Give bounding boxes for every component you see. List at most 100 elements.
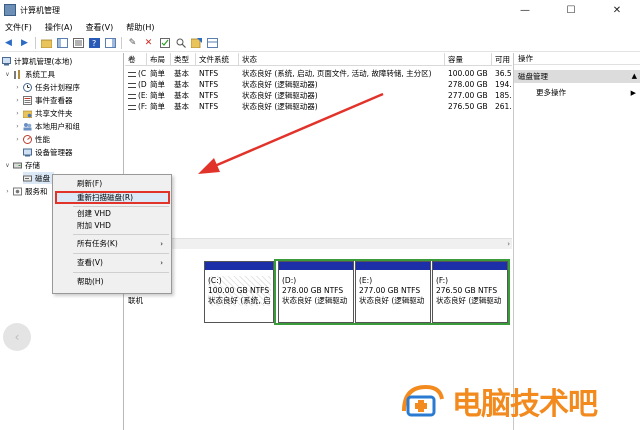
tree-item-local-users[interactable]: › 本地用户和组 xyxy=(14,120,80,132)
menu-item-help[interactable]: 帮助(H) xyxy=(53,276,171,288)
menu-help[interactable]: 帮助(H) xyxy=(126,22,154,33)
help-icon[interactable]: ? xyxy=(89,38,100,49)
expand-right-icon[interactable]: › xyxy=(14,136,21,143)
check-icon[interactable] xyxy=(159,38,170,49)
horizontal-scrollbar[interactable]: › xyxy=(125,238,512,249)
close-button[interactable]: ✕ xyxy=(594,0,640,20)
cell-status: 状态良好 (逻辑驱动器) xyxy=(242,102,318,111)
back-icon[interactable]: ◀ xyxy=(3,38,14,49)
tree-label-event-viewer: 事件查看器 xyxy=(35,95,73,105)
partition-status: 状态良好 (逻辑驱动 xyxy=(436,296,502,305)
menu-separator xyxy=(73,272,169,273)
menu-view[interactable]: 查看(V) xyxy=(86,22,114,33)
cell-free: 185.( xyxy=(495,91,512,100)
actions-section-disk-management[interactable]: 磁盘管理 ▲ xyxy=(514,70,640,83)
tree-item-task-scheduler[interactable]: › 任务计划程序 xyxy=(14,81,80,93)
expand-right-icon[interactable]: › xyxy=(14,84,21,91)
menu-action[interactable]: 操作(A) xyxy=(45,22,73,33)
partition-f[interactable]: (F:) 276.50 GB NTFS 状态良好 (逻辑驱动 xyxy=(432,261,508,323)
maximize-button[interactable]: ☐ xyxy=(548,0,594,20)
column-header-volume[interactable]: 卷 xyxy=(125,53,147,66)
table-row[interactable]: (E:) 简单 基本 NTFS 状态良好 (逻辑驱动器) 277.00 GB 1… xyxy=(125,90,512,101)
column-header-type[interactable]: 类型 xyxy=(171,53,196,66)
tree-item-storage[interactable]: ∨ 存储 xyxy=(4,159,40,171)
cell-layout: 简单 xyxy=(150,91,165,100)
table-row[interactable]: (C:) 简单 基本 NTFS 状态良好 (系统, 启动, 页面文件, 活动, … xyxy=(125,68,512,79)
partition-name: (F:) xyxy=(436,276,449,285)
window-controls: — ☐ ✕ xyxy=(502,0,640,20)
table-row[interactable]: (F:) 简单 基本 NTFS 状态良好 (逻辑驱动器) 276.50 GB 2… xyxy=(125,101,512,112)
column-header-status[interactable]: 状态 xyxy=(239,53,445,66)
tree-item-shared-folders[interactable]: › 共享文件夹 xyxy=(14,107,73,119)
cell-type: 基本 xyxy=(174,102,189,111)
scroll-right-icon[interactable]: › xyxy=(507,239,510,250)
tree-item-root[interactable]: 计算机管理(本地) xyxy=(2,55,72,67)
expand-down-icon[interactable]: ∨ xyxy=(4,71,11,78)
cell-layout: 简单 xyxy=(150,80,165,89)
submenu-arrow-icon: ▶ xyxy=(630,89,636,97)
volume-icon xyxy=(128,71,136,77)
menu-item-create-vhd[interactable]: 创建 VHD xyxy=(53,208,171,220)
menu-item-attach-vhd[interactable]: 附加 VHD xyxy=(53,220,171,232)
svg-text:?: ? xyxy=(92,39,96,48)
menu-item-all-tasks[interactable]: 所有任务(K) › xyxy=(53,238,171,250)
toolbar-separator xyxy=(121,37,122,49)
export-icon[interactable] xyxy=(191,38,202,49)
partition-bar xyxy=(279,262,353,270)
delete-icon[interactable]: ✕ xyxy=(143,38,154,49)
submenu-arrow-icon: › xyxy=(160,259,163,267)
disk-icon xyxy=(23,175,32,181)
back-circle-icon[interactable]: ‹ xyxy=(3,323,31,351)
column-header-filesystem[interactable]: 文件系统 xyxy=(196,53,239,66)
partition-d[interactable]: (D:) 278.00 GB NTFS 状态良好 (逻辑驱动 xyxy=(278,261,354,323)
partition-name: (D:) xyxy=(282,276,297,285)
tree-label-task-scheduler: 任务计划程序 xyxy=(35,82,80,92)
tree-label-services: 服务和 xyxy=(25,186,48,196)
partition-e[interactable]: (E:) 277.00 GB NTFS 状态良好 (逻辑驱动 xyxy=(355,261,431,323)
menu-separator xyxy=(73,206,169,207)
tree-item-services[interactable]: › 服务和 xyxy=(4,185,48,197)
panel-icon[interactable] xyxy=(207,38,218,49)
clock-icon xyxy=(23,82,32,92)
menu-separator xyxy=(73,234,169,235)
show-tree-icon[interactable] xyxy=(57,38,68,49)
column-header-free[interactable]: 可用 xyxy=(492,53,512,66)
partition-c[interactable]: (C:) 100.00 GB NTFS 状态良好 (系统, 启 xyxy=(204,261,274,323)
volume-icon xyxy=(128,93,136,99)
column-header-capacity[interactable]: 容量 xyxy=(445,53,492,66)
expand-right-icon[interactable]: › xyxy=(4,188,11,195)
expand-right-icon[interactable]: › xyxy=(14,110,21,117)
collapse-up-icon[interactable]: ▲ xyxy=(632,70,637,83)
cell-layout: 简单 xyxy=(150,102,165,111)
users-icon xyxy=(23,122,32,130)
properties-icon[interactable] xyxy=(73,38,84,49)
tree-item-performance[interactable]: › 性能 xyxy=(14,133,50,145)
up-folder-icon[interactable] xyxy=(41,38,52,49)
cell-capacity: 100.00 GB xyxy=(448,69,488,78)
menu-separator xyxy=(73,253,169,254)
menu-item-view[interactable]: 查看(V) › xyxy=(53,257,171,269)
search-icon[interactable] xyxy=(175,38,186,49)
computer-management-icon xyxy=(4,4,16,16)
expand-right-icon[interactable]: › xyxy=(14,123,21,130)
partition-bar xyxy=(433,262,507,270)
tree-item-device-manager[interactable]: 设备管理器 xyxy=(23,146,73,158)
tree-item-system-tools[interactable]: ∨ 系统工具 xyxy=(4,68,55,80)
table-row[interactable]: (D:) 简单 基本 NTFS 状态良好 (逻辑驱动器) 278.00 GB 1… xyxy=(125,79,512,90)
window-title: 计算机管理 xyxy=(20,5,60,15)
connect-icon[interactable]: ✎ xyxy=(127,38,138,49)
disk-status-label: 联机 xyxy=(128,296,143,305)
tree-item-disk-management[interactable]: 磁盘 xyxy=(23,172,54,184)
menu-file[interactable]: 文件(F) xyxy=(5,22,32,33)
column-header-layout[interactable]: 布局 xyxy=(147,53,171,66)
menu-item-rescan-disks[interactable]: 重新扫描磁盘(R) xyxy=(53,192,171,204)
menu-item-refresh[interactable]: 刷新(F) xyxy=(53,178,171,190)
partition-bar xyxy=(356,262,430,270)
show-action-pane-icon[interactable] xyxy=(105,38,116,49)
minimize-button[interactable]: — xyxy=(502,0,548,20)
tree-item-event-viewer[interactable]: › 事件查看器 xyxy=(14,94,73,106)
expand-down-icon[interactable]: ∨ xyxy=(4,162,11,169)
forward-icon[interactable]: ▶ xyxy=(19,38,30,49)
expand-right-icon[interactable]: › xyxy=(14,97,21,104)
more-actions-item[interactable]: 更多操作 ▶ xyxy=(514,87,640,99)
